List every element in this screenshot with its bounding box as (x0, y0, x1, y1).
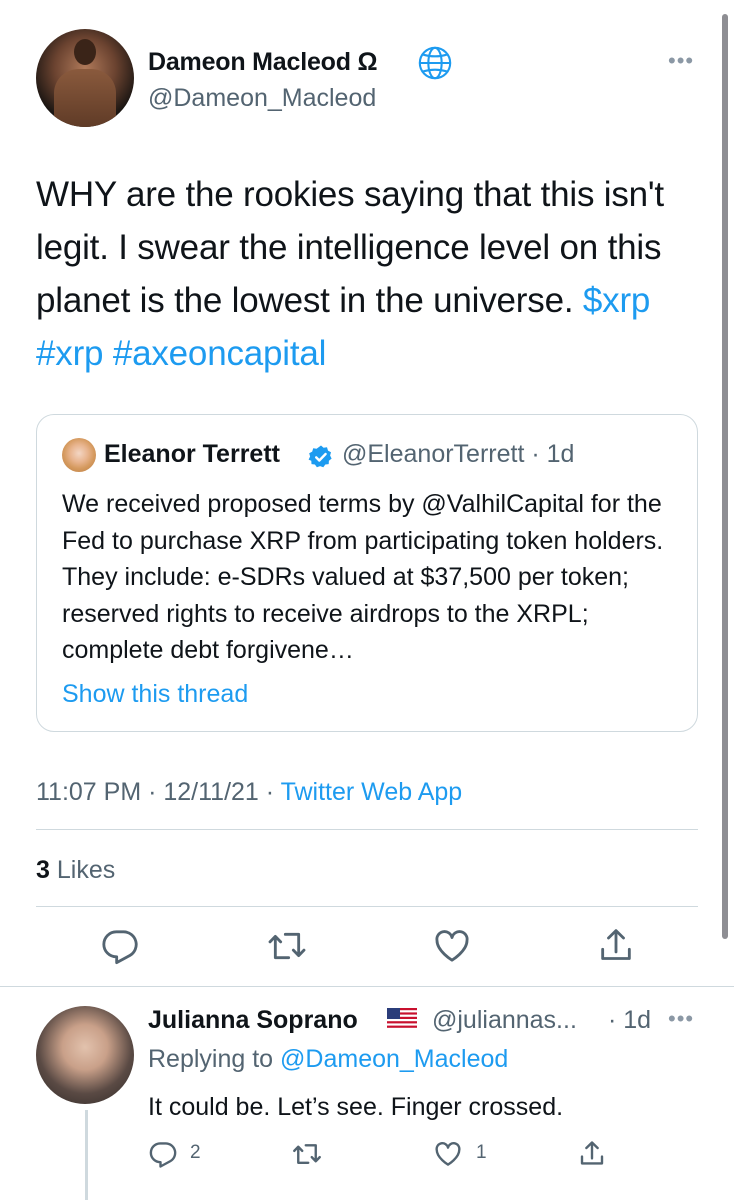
tweet-text-plain: WHY are the rookies saying that this isn… (36, 175, 664, 320)
divider (36, 829, 698, 830)
separator-dot: · (258, 778, 281, 806)
reply-count: 2 (190, 1142, 201, 1163)
like-icon[interactable] (433, 1139, 463, 1169)
tweet-time[interactable]: 11:07 PM (36, 778, 141, 806)
like-count: 1 (476, 1142, 487, 1163)
quoted-author-avatar[interactable] (62, 438, 96, 472)
more-icon[interactable]: ••• (668, 48, 694, 74)
separator-dot: · (608, 1006, 624, 1034)
reply-icon[interactable] (100, 926, 140, 966)
likes-label: Likes (56, 856, 116, 884)
scrollbar[interactable] (722, 14, 728, 939)
reply-age-value: 1d (623, 1006, 652, 1034)
reply-icon[interactable] (148, 1139, 178, 1169)
replying-to-line: Replying to @Dameon_Macleod (148, 1045, 508, 1074)
reply-author-avatar[interactable] (36, 1006, 134, 1104)
quoted-author-meta: @EleanorTerrett · 1d (342, 440, 574, 469)
tweet-client-link[interactable]: Twitter Web App (281, 778, 463, 806)
hashtag-link[interactable]: #axeoncapital (113, 334, 327, 373)
globe-icon (416, 44, 454, 82)
share-icon[interactable] (577, 1139, 607, 1169)
reply-author-handle[interactable]: @juliannas... (432, 1006, 577, 1035)
thread-line (85, 1110, 88, 1200)
verified-badge-icon (308, 444, 334, 470)
tweet-text: WHY are the rookies saying that this isn… (36, 168, 716, 380)
retweet-icon[interactable] (292, 1139, 322, 1169)
separator-dot: · (524, 440, 547, 468)
replying-to-prefix: Replying to (148, 1045, 274, 1073)
likes-stat[interactable]: 3 Likes (36, 856, 115, 885)
divider (36, 906, 698, 907)
quoted-tweet-age[interactable]: 1d (547, 440, 575, 468)
quoted-author-name[interactable]: Eleanor Terrett (104, 440, 280, 469)
reply-age[interactable]: · 1d (608, 1006, 651, 1035)
more-icon[interactable]: ••• (668, 1006, 694, 1032)
share-icon[interactable] (596, 926, 636, 966)
show-thread-link[interactable]: Show this thread (62, 680, 248, 709)
hashtag-link[interactable]: $xrp (583, 281, 650, 320)
quoted-author-handle[interactable]: @EleanorTerrett (342, 440, 524, 468)
replying-to-link[interactable]: @Dameon_Macleod (280, 1045, 508, 1073)
author-name[interactable]: Dameon Macleod Ω (148, 48, 378, 77)
tweet-meta: 11:07 PM · 12/11/21 · Twitter Web App (36, 778, 462, 807)
like-icon[interactable] (432, 926, 472, 966)
divider (0, 986, 734, 987)
separator-dot: · (141, 778, 164, 806)
likes-count: 3 (36, 856, 50, 884)
reply-text: It could be. Let’s see. Finger crossed. (148, 1093, 564, 1121)
author-avatar[interactable] (36, 29, 134, 127)
quoted-tweet-text: We received proposed terms by @ValhilCap… (62, 490, 664, 664)
author-handle[interactable]: @Dameon_Macleod (148, 84, 376, 113)
tweet-date[interactable]: 12/11/21 (163, 778, 258, 806)
hashtag-link[interactable]: #xrp (36, 334, 103, 373)
reply-author-name[interactable]: Julianna Soprano (148, 1006, 358, 1035)
retweet-icon[interactable] (267, 926, 307, 966)
us-flag-icon (387, 1008, 417, 1030)
